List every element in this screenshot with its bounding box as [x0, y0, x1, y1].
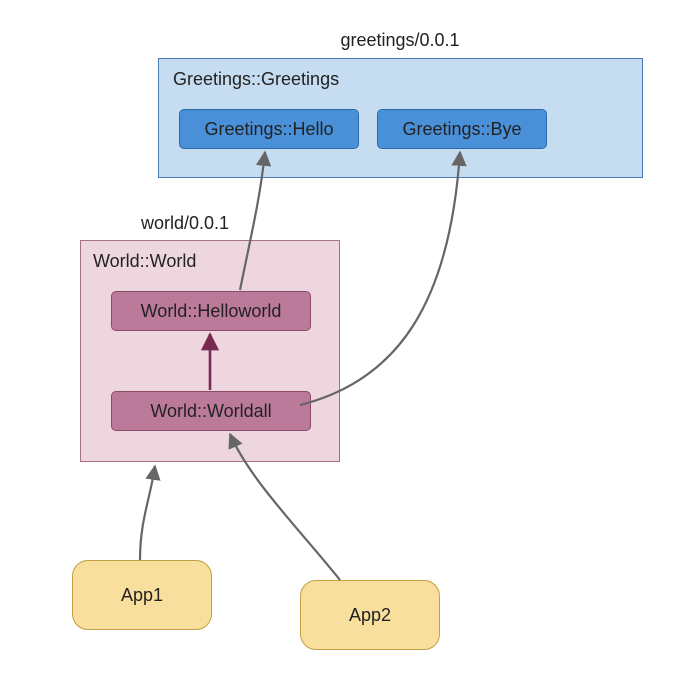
world-title-label: world/0.0.1 [120, 213, 250, 234]
edge-app1-world [140, 466, 155, 560]
greetings-package: Greetings::Greetings Greetings::Hello Gr… [158, 58, 643, 178]
greetings-hello-target: Greetings::Hello [179, 109, 359, 149]
world-worldall-target: World::Worldall [111, 391, 311, 431]
diagram-canvas: greetings/0.0.1 Greetings::Greetings Gre… [0, 0, 686, 688]
world-package: World::World World::Helloworld World::Wo… [80, 240, 340, 462]
app1-box: App1 [72, 560, 212, 630]
world-module-label: World::World [93, 251, 196, 272]
greetings-title-label: greetings/0.0.1 [300, 30, 500, 51]
app2-box: App2 [300, 580, 440, 650]
greetings-bye-target: Greetings::Bye [377, 109, 547, 149]
greetings-module-label: Greetings::Greetings [159, 69, 656, 90]
world-helloworld-target: World::Helloworld [111, 291, 311, 331]
